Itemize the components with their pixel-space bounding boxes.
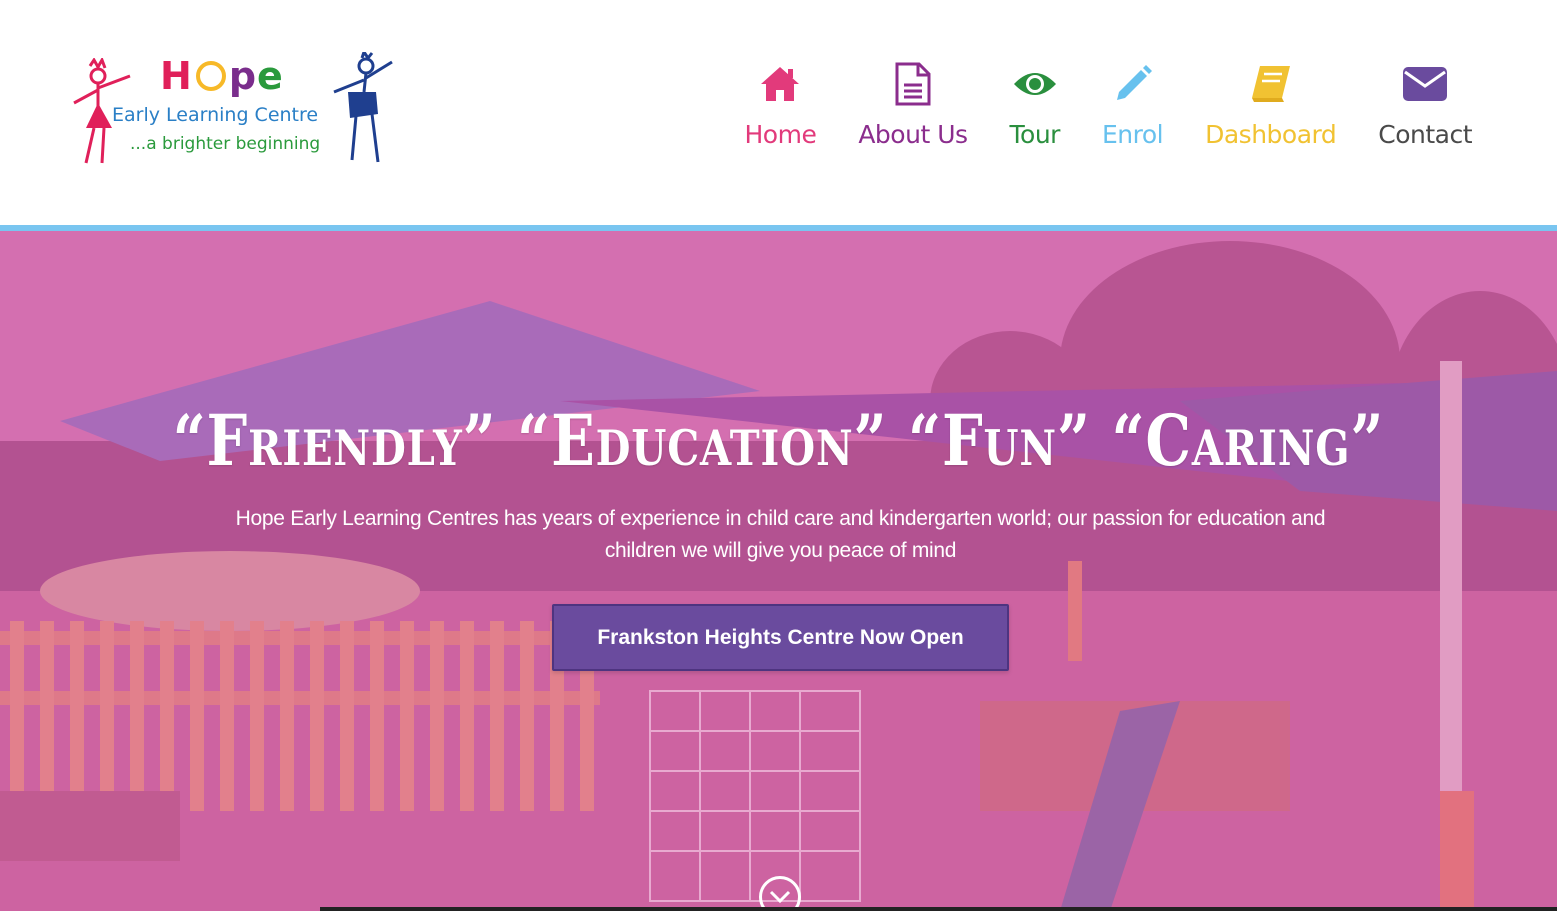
book-icon [1250,60,1292,108]
site-logo[interactable]: Hpe Early Learning Centre ...a brighter … [68,48,398,173]
site-header: Hpe Early Learning Centre ...a brighter … [0,0,1557,225]
logo-subtitle: Early Learning Centre [112,104,319,126]
pencil-icon [1113,60,1153,108]
main-nav: Home About Us Tour Enrol Dashboard Conta… [724,60,1494,149]
nav-item-about-us[interactable]: About Us [837,60,988,149]
nav-label-home: Home [744,120,817,149]
dancing-boy-icon [333,52,393,163]
nav-label-enrol: Enrol [1101,120,1164,149]
hero-color-overlay [0,231,1557,911]
nav-label-contact: Contact [1378,120,1472,149]
nav-label-dashboard: Dashboard [1205,120,1337,149]
document-icon [894,60,932,108]
nav-item-enrol[interactable]: Enrol [1081,60,1184,149]
page-bottom-strip [320,907,1557,911]
nav-item-contact[interactable]: Contact [1357,60,1493,149]
nav-item-home[interactable]: Home [724,60,838,149]
envelope-icon [1402,60,1448,108]
nav-label-tour: Tour [1009,120,1061,149]
frankston-heights-button[interactable]: Frankston Heights Centre Now Open [552,604,1009,671]
hero-banner: “Friendly” “Education” “Fun” “Caring” Ho… [0,231,1557,911]
home-icon [759,60,801,108]
nav-item-tour[interactable]: Tour [989,60,1081,149]
eye-icon [1012,60,1058,108]
nav-item-dashboard[interactable]: Dashboard [1184,60,1357,149]
hero-subtext: Hope Early Learning Centres has years of… [235,507,1326,562]
logo-wordmark: Hpe [160,54,284,98]
chevron-down-circle-icon[interactable] [759,876,801,911]
nav-label-about-us: About Us [858,120,968,149]
hero-headline: “Friendly” “Education” “Fun” “Caring” [172,399,1385,482]
logo-tagline: ...a brighter beginning [130,134,321,154]
sun-icon [195,61,226,91]
